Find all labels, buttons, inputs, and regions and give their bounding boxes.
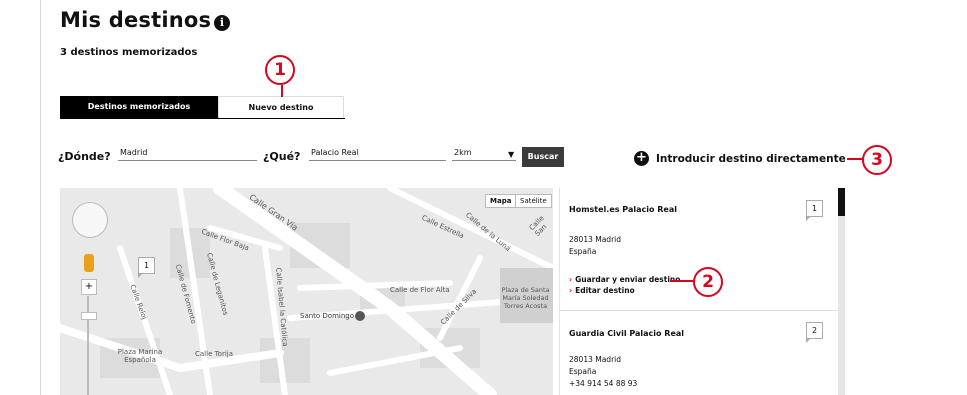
result-1-number: 1 [806,200,823,221]
tab-new-destination[interactable]: Nuevo destino [218,96,344,118]
street-label: Santo Domingo [300,312,355,320]
enter-destination-directly-link[interactable]: Introducir destino directamente [656,153,846,165]
edit-destination-link[interactable]: › Editar destino [569,286,635,295]
callout-2-line [670,280,694,282]
tabs-divider [60,118,345,119]
page-title: Mis destinos [60,8,212,32]
callout-1: 1 [265,55,295,85]
street-label: Calle de Flor Alta [390,286,450,294]
where-label: ¿Dónde? [58,150,111,163]
result-2-address: 28013 Madrid [569,355,621,364]
result-2-country: España [569,367,597,376]
what-label: ¿Qué? [263,150,301,163]
save-send-label: Guardar y enviar destino [575,275,681,284]
result-2-number: 2 [806,322,823,343]
what-input[interactable]: Palacio Real [309,148,446,161]
callout-3-line [847,158,863,160]
results-divider [559,310,838,311]
result-1-country: España [569,247,597,256]
saved-count-subtitle: 3 destinos memorizados [60,47,198,58]
zoom-in-button[interactable]: + [81,279,97,295]
results-scrollbar[interactable] [838,188,845,395]
callout-1-line [281,85,283,97]
radius-select[interactable]: 2km [452,148,516,161]
zoom-slider-handle[interactable] [81,312,97,320]
chevron-right-icon: › [569,275,573,284]
result-2-phone: +34 914 54 88 93 [569,379,638,388]
info-icon[interactable]: i [214,15,230,31]
map-pin-1[interactable]: 1 [138,257,155,278]
result-1-name[interactable]: Homstel.es Palacio Real [569,205,677,214]
callout-3: 3 [862,145,892,175]
chevron-down-icon: ▼ [508,150,515,159]
scrollbar-thumb[interactable] [838,188,845,216]
map-pan-control[interactable] [72,202,108,238]
tab-saved-destinations[interactable]: Destinos memorizados [60,96,218,118]
plus-circle-icon[interactable]: + [634,151,649,166]
callout-2: 2 [693,267,723,297]
map-view[interactable]: + 1 Mapa Satélite Calle Gran Vía Calle F… [60,188,553,395]
street-label: Calle Torija [195,350,234,358]
pegman-icon[interactable] [84,254,94,272]
chevron-right-icon: › [569,286,573,295]
result-1-address: 28013 Madrid [569,235,621,244]
map-mode-button[interactable]: Mapa [485,194,517,208]
satellite-mode-button[interactable]: Satélite [515,194,552,208]
street-label: Plaza Marina Española [117,348,163,364]
edit-destination-label: Editar destino [575,286,635,295]
save-send-destination-link[interactable]: › Guardar y enviar destino [569,275,680,284]
street-label: Plaza de Santa María Soledad Torres Acos… [501,286,550,310]
result-2-name[interactable]: Guardia Civil Palacio Real [569,329,684,338]
search-button[interactable]: Buscar [522,147,564,167]
where-input[interactable]: Madrid [118,148,257,161]
zoom-slider[interactable] [87,296,89,395]
